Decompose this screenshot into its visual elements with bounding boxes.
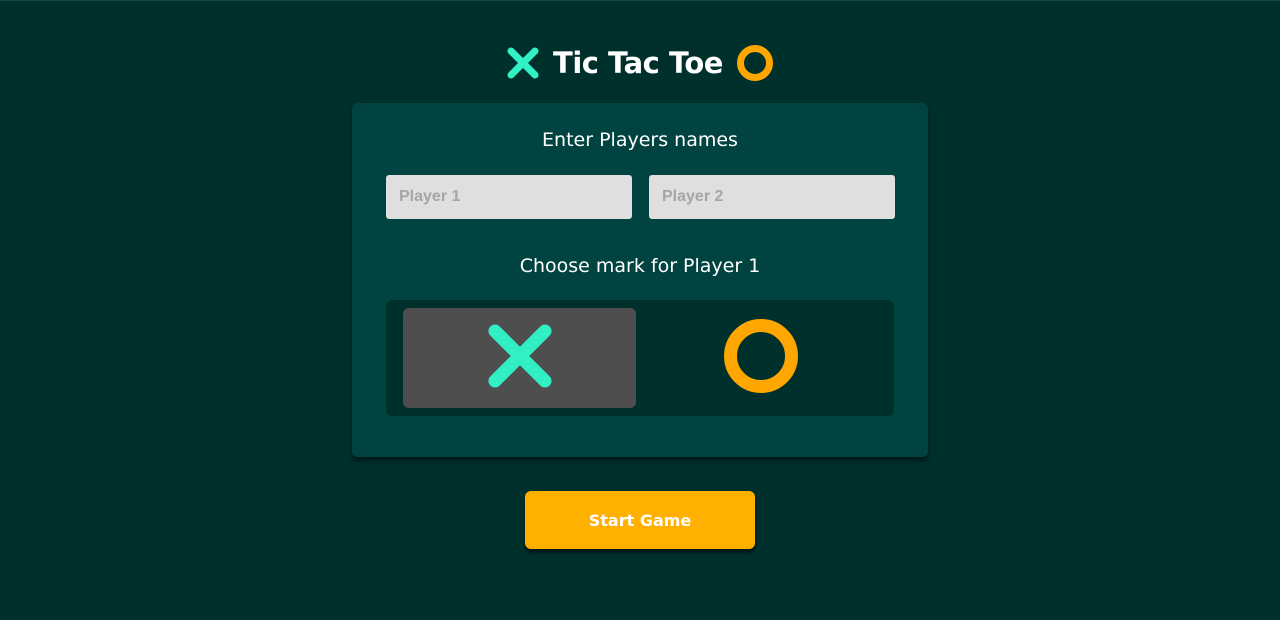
x-mark-icon xyxy=(505,45,541,81)
page-title: Tic Tac Toe xyxy=(553,46,723,80)
o-mark-icon xyxy=(721,316,801,400)
mark-heading: Choose mark for Player 1 xyxy=(519,255,761,277)
x-mark-icon xyxy=(485,321,555,395)
player2-name-input[interactable] xyxy=(649,175,895,219)
game-header: Tic Tac Toe xyxy=(0,41,1280,85)
start-game-button[interactable]: Start Game xyxy=(525,491,755,549)
mark-option-x[interactable] xyxy=(403,308,636,408)
o-mark-icon xyxy=(735,43,775,83)
player1-name-input[interactable] xyxy=(386,175,632,219)
mark-option-o[interactable] xyxy=(644,308,877,408)
names-heading: Enter Players names xyxy=(542,129,738,151)
